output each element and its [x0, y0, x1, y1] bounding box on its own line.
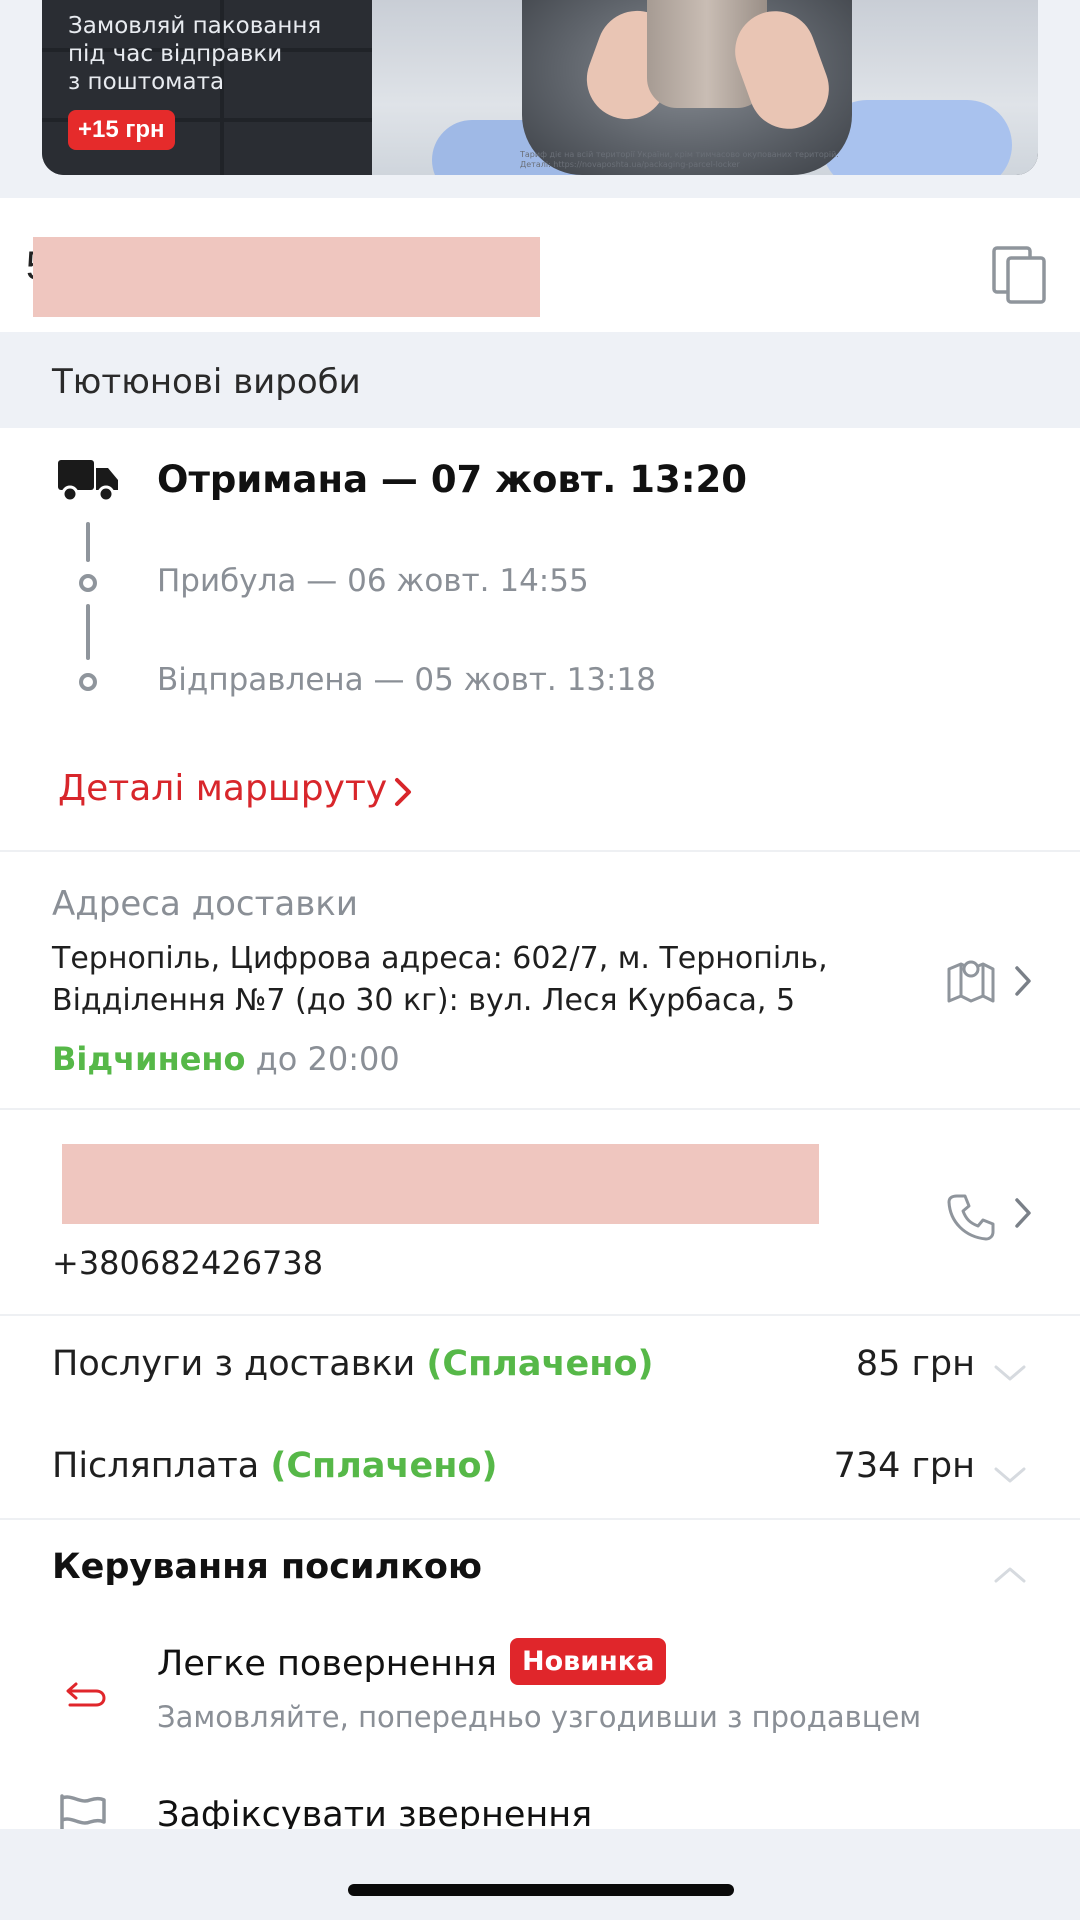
promo-banner[interactable]: Замовляй паковання під час відправки з п…: [42, 0, 1038, 175]
payment-label-text: Послуги з доставки: [52, 1344, 427, 1384]
divider: [0, 850, 1080, 852]
truck-icon: [58, 460, 118, 503]
home-indicator[interactable]: [348, 1884, 734, 1896]
payment-label-text: Післяплата: [52, 1446, 271, 1486]
banner-text-line: Замовляй паковання: [68, 13, 322, 39]
copy-icon[interactable]: [990, 244, 1050, 304]
banner-fine-print-line: Деталі: https://novaposhta.ua/packaging-…: [520, 160, 740, 169]
chevron-right-icon: [395, 778, 411, 806]
phone-icon[interactable]: [945, 1192, 995, 1242]
payment-delivery-amount: 85 грн: [855, 1344, 975, 1384]
return-arrow-icon: [66, 1682, 106, 1707]
chevron-down-icon[interactable]: [992, 1464, 1028, 1486]
new-badge: Новинка: [510, 1638, 667, 1685]
divider: [0, 1314, 1080, 1316]
banner-price-badge: +15 грн: [68, 110, 175, 150]
parcel-category: Тютюнові вироби: [52, 362, 361, 402]
payment-status: (Сплачено): [426, 1344, 654, 1384]
banner-fine-print: Тариф діє на всій території України, крі…: [520, 150, 1020, 170]
opening-hours: Відчинено до 20:00: [52, 1040, 400, 1078]
address-label: Адреса доставки: [52, 884, 358, 924]
address-line: Відділення №7 (до 30 кг): вул. Леся Курб…: [52, 983, 796, 1018]
open-until: до 20:00: [245, 1040, 400, 1078]
promo-banner-area: Замовляй паковання під час відправки з п…: [0, 0, 1080, 198]
chevron-right-icon[interactable]: [1012, 964, 1034, 998]
address-line: Тернопіль, Цифрова адреса: 602/7, м. Тер…: [52, 941, 828, 976]
banner-image: [372, 0, 1038, 175]
timeline-line: [86, 522, 90, 562]
chevron-right-icon[interactable]: [1012, 1196, 1034, 1230]
map-icon[interactable]: [945, 955, 997, 1007]
payment-cod-label[interactable]: Післяплата (Сплачено): [52, 1446, 497, 1486]
recipient-name-redacted: [62, 1144, 819, 1224]
timeline-dot: [79, 673, 97, 691]
payment-cod-amount: 734 грн: [833, 1446, 975, 1486]
status-history-item: Прибула — 06 жовт. 14:55: [157, 563, 589, 599]
banner-left-panel: Замовляй паковання під час відправки з п…: [42, 0, 382, 175]
divider: [0, 1518, 1080, 1520]
payment-status: (Сплачено): [270, 1446, 498, 1486]
open-status: Відчинено: [52, 1040, 246, 1078]
timeline-line: [86, 604, 90, 660]
banner-fine-print-line: Тариф діє на всій території України, крі…: [520, 150, 839, 159]
chevron-down-icon[interactable]: [992, 1362, 1028, 1384]
route-details-link[interactable]: Деталі маршруту: [58, 768, 387, 809]
timeline-dot: [79, 574, 97, 592]
payment-delivery-label[interactable]: Послуги з доставки (Сплачено): [52, 1344, 654, 1384]
easy-return-description: Замовляйте, попередньо узгодивши з прода…: [157, 1700, 922, 1734]
chevron-up-icon[interactable]: [992, 1564, 1028, 1586]
status-current: Отримана — 07 жовт. 13:20: [157, 458, 747, 501]
delivery-address[interactable]: Тернопіль, Цифрова адреса: 602/7, м. Тер…: [52, 938, 892, 1022]
bottom-system-bar: [0, 1829, 1080, 1920]
status-history-item: Відправлена — 05 жовт. 13:18: [157, 662, 656, 698]
tracking-number-redacted: [33, 237, 540, 317]
banner-text-line: під час відправки: [68, 41, 283, 67]
manage-parcel-title: Керування посилкою: [52, 1547, 482, 1587]
recipient-phone: +380682426738: [52, 1244, 324, 1282]
banner-text-line: з поштомата: [68, 69, 225, 95]
banner-text: Замовляй паковання під час відправки з п…: [68, 12, 321, 96]
divider: [0, 1108, 1080, 1110]
easy-return-title[interactable]: Легке повернення: [157, 1644, 497, 1684]
